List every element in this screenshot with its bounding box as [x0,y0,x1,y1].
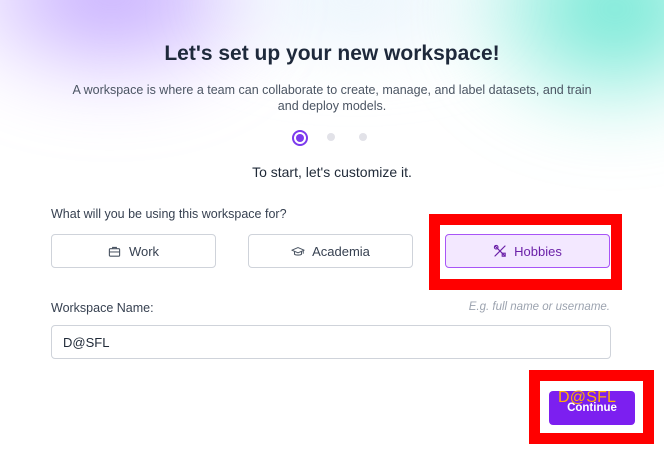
option-work-button[interactable]: Work [51,234,216,268]
option-academia-label: Academia [312,243,370,259]
tools-icon [493,244,507,258]
workspace-name-input[interactable] [51,325,611,359]
workspace-setup-page: Let's set up your new workspace! A works… [0,0,664,454]
setup-form: Let's set up your new workspace! A works… [0,0,664,454]
continue-button[interactable]: Continue [549,391,635,425]
page-subtitle: A workspace is where a team can collabor… [72,83,592,113]
workspace-name-hint: E.g. full name or username. [468,301,610,313]
option-hobbies-button[interactable]: Hobbies [445,234,610,268]
step-indicator [290,130,374,146]
page-title: Let's set up your new workspace! [164,42,500,65]
step-dot-2 [327,133,335,141]
intro-text: To start, let's customize it. [252,164,412,180]
graduation-cap-icon [291,244,305,258]
step-dot-3 [359,133,367,141]
option-work-label: Work [128,243,160,259]
option-academia-button[interactable]: Academia [248,234,413,268]
workspace-name-label: Workspace Name: [51,301,154,315]
step-dot-1-active [292,130,308,146]
briefcase-icon [108,244,122,258]
option-hobbies-label: Hobbies [514,243,562,259]
usage-question: What will you be using this workspace fo… [51,207,287,221]
